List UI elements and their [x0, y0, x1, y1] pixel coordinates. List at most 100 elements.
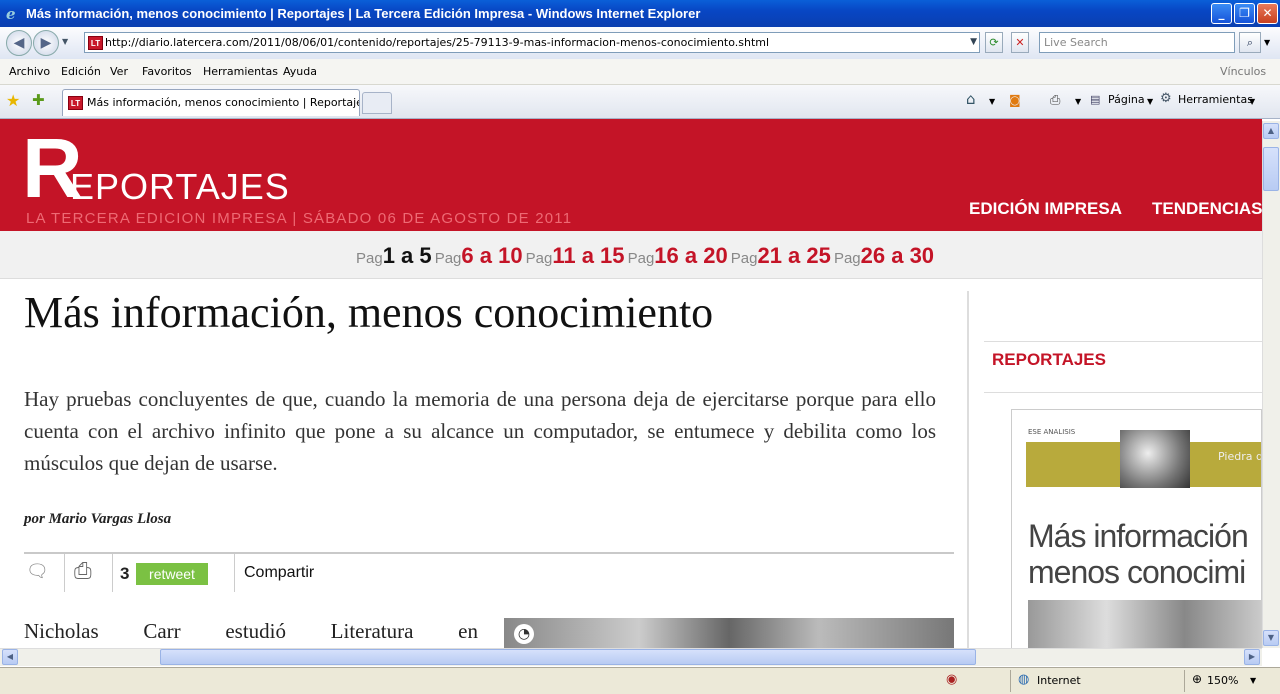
divider — [1184, 670, 1185, 692]
article-body: Nicholas Carr estudió Literatura en — [24, 619, 478, 644]
privacy-icon[interactable]: ◉ — [946, 672, 957, 687]
page-dropdown-icon[interactable]: ▼ — [1147, 97, 1153, 106]
minimize-button[interactable]: _ — [1211, 3, 1232, 24]
body-word: estudió — [225, 619, 286, 643]
nav-tendencias[interactable]: TENDENCIAS — [1152, 199, 1262, 219]
page-range-4[interactable]: 16 a 20 — [654, 243, 727, 268]
maximize-button[interactable]: ❐ — [1234, 3, 1255, 24]
horizontal-scrollbar[interactable]: ◀ ▶ — [0, 648, 1262, 666]
links-label[interactable]: Vínculos — [1220, 65, 1266, 78]
page-range-6[interactable]: 26 a 30 — [861, 243, 934, 268]
promo-title: Más información menos conocimi — [1028, 518, 1249, 590]
page-range-2[interactable]: 6 a 10 — [461, 243, 522, 268]
body-word: Carr — [143, 619, 181, 643]
scroll-down-button[interactable]: ▼ — [1263, 630, 1279, 646]
page-range-3[interactable]: 11 a 15 — [552, 243, 624, 268]
print-icon[interactable]: ⎙ — [1050, 93, 1060, 108]
promo-photo — [1028, 600, 1261, 648]
scroll-left-button[interactable]: ◀ — [2, 649, 18, 665]
forward-button[interactable]: ▶ — [33, 30, 59, 56]
status-bar: ◉ ◍ Internet ⊕ 150% ▼ — [0, 667, 1280, 694]
article-lead: Hay pruebas concluyentes de que, cuando … — [24, 387, 936, 475]
menu-ver[interactable]: Ver — [110, 65, 128, 78]
divider — [64, 554, 65, 592]
tools-dropdown-icon[interactable]: ▼ — [1249, 97, 1255, 106]
new-tab-button[interactable] — [362, 92, 392, 114]
back-button[interactable]: ◀ — [6, 30, 32, 56]
search-icon: ⌕ — [1246, 36, 1254, 49]
page-menu[interactable]: Página — [1108, 93, 1145, 106]
scroll-up-button[interactable]: ▲ — [1263, 123, 1279, 139]
feeds-icon[interactable]: ◙ — [1009, 93, 1021, 107]
zoom-level[interactable]: 150% — [1207, 674, 1238, 687]
body-word: Literatura — [330, 619, 414, 643]
sidebar-section: REPORTAJES — [984, 341, 1262, 393]
home-icon[interactable]: ⌂ — [966, 90, 976, 108]
tab-active[interactable]: LT Más información, menos conocimiento |… — [62, 89, 360, 116]
body-word: Nicholas — [24, 619, 99, 643]
menu-favoritos[interactable]: Favoritos — [142, 65, 192, 78]
refresh-button[interactable]: ⟳ — [985, 32, 1003, 53]
pag-prefix: Pag — [627, 250, 655, 267]
pag-prefix: Pag — [730, 250, 758, 267]
history-dropdown-icon[interactable]: ▼ — [62, 37, 68, 46]
zoom-dropdown-icon[interactable]: ▼ — [1250, 676, 1256, 685]
menu-bar: Archivo Edición Ver Favoritos Herramient… — [0, 59, 1280, 85]
search-input[interactable]: Live Search — [1039, 32, 1235, 53]
address-toolbar: ◀ ▶ ▼ LT http://diario.latercera.com/201… — [0, 27, 1280, 59]
tab-bar: ★ ✚ LT Más información, menos conocimien… — [0, 85, 1280, 119]
page-range-5[interactable]: 21 a 25 — [757, 243, 830, 268]
zoom-icon: ⊕ — [1192, 672, 1203, 686]
edition-date: LA TERCERA EDICION IMPRESA | SÁBADO 06 D… — [26, 210, 573, 227]
search-options-icon[interactable]: ▼ — [1264, 38, 1270, 47]
print-article-icon[interactable]: ⎙ — [74, 559, 92, 584]
stop-button[interactable]: ✕ — [1011, 32, 1029, 53]
tools-menu[interactable]: Herramientas — [1178, 93, 1253, 106]
vertical-scrollbar[interactable]: ▲ ▼ — [1262, 121, 1280, 648]
site-header: R EPORTAJES LA TERCERA EDICION IMPRESA |… — [0, 119, 1262, 231]
scroll-thumb[interactable] — [1263, 147, 1279, 191]
search-button[interactable]: ⌕ — [1239, 32, 1261, 53]
add-favorite-icon[interactable]: ✚ — [32, 91, 45, 109]
page-range-1[interactable]: 1 a 5 — [383, 243, 432, 268]
retweet-button[interactable]: retweet — [136, 563, 208, 585]
window-titlebar[interactable]: e Más información, menos conocimiento | … — [0, 0, 1280, 27]
url-dropdown-icon[interactable]: ▼ — [970, 33, 977, 52]
article-photo: ◔ — [504, 618, 954, 648]
divider — [234, 554, 235, 592]
close-button[interactable]: ✕ — [1257, 3, 1278, 24]
favorites-star-icon[interactable]: ★ — [6, 91, 20, 110]
comment-icon[interactable]: 🗨 — [26, 561, 49, 582]
article-byline: por Mario Vargas Llosa — [24, 511, 172, 527]
home-dropdown-icon[interactable]: ▼ — [989, 97, 995, 106]
promo-header: ESE ANALISIS — [1028, 428, 1076, 436]
ie-logo-icon: e — [6, 4, 16, 23]
menu-herramientas[interactable]: Herramientas — [203, 65, 278, 78]
print-dropdown-icon[interactable]: ▼ — [1075, 97, 1081, 106]
url-text: http://diario.latercera.com/2011/08/06/0… — [105, 36, 770, 49]
sidebar-heading[interactable]: REPORTAJES — [992, 350, 1106, 370]
logo-text[interactable]: EPORTAJES — [70, 167, 290, 207]
promo-image[interactable]: ESE ANALISIS Piedra de Mario V Más infor… — [1011, 409, 1262, 648]
divider — [1010, 670, 1011, 692]
article-title: Más información, menos conocimiento — [24, 288, 714, 337]
promo-band-text: Piedra de Mario V — [1218, 450, 1261, 463]
url-input[interactable]: LT http://diario.latercera.com/2011/08/0… — [84, 32, 980, 53]
column-divider — [967, 291, 969, 648]
hscroll-thumb[interactable] — [160, 649, 976, 665]
nav-edicion-impresa[interactable]: EDICIÓN IMPRESA — [969, 199, 1122, 219]
refresh-icon: ⟳ — [989, 36, 999, 49]
pag-prefix: Pag — [356, 250, 383, 267]
menu-edicion[interactable]: Edición — [61, 65, 101, 78]
author-portrait — [1120, 430, 1190, 488]
share-button[interactable]: Compartir — [244, 564, 314, 582]
window-title: Más información, menos conocimiento | Re… — [26, 6, 701, 21]
pag-prefix: Pag — [434, 250, 462, 267]
scroll-right-button[interactable]: ▶ — [1244, 649, 1260, 665]
stop-icon: ✕ — [1015, 36, 1025, 49]
menu-ayuda[interactable]: Ayuda — [283, 65, 317, 78]
pag-prefix: Pag — [833, 250, 861, 267]
forward-arrow-icon: ▶ — [40, 35, 52, 51]
globe-icon: ◍ — [1018, 672, 1030, 687]
menu-archivo[interactable]: Archivo — [9, 65, 50, 78]
